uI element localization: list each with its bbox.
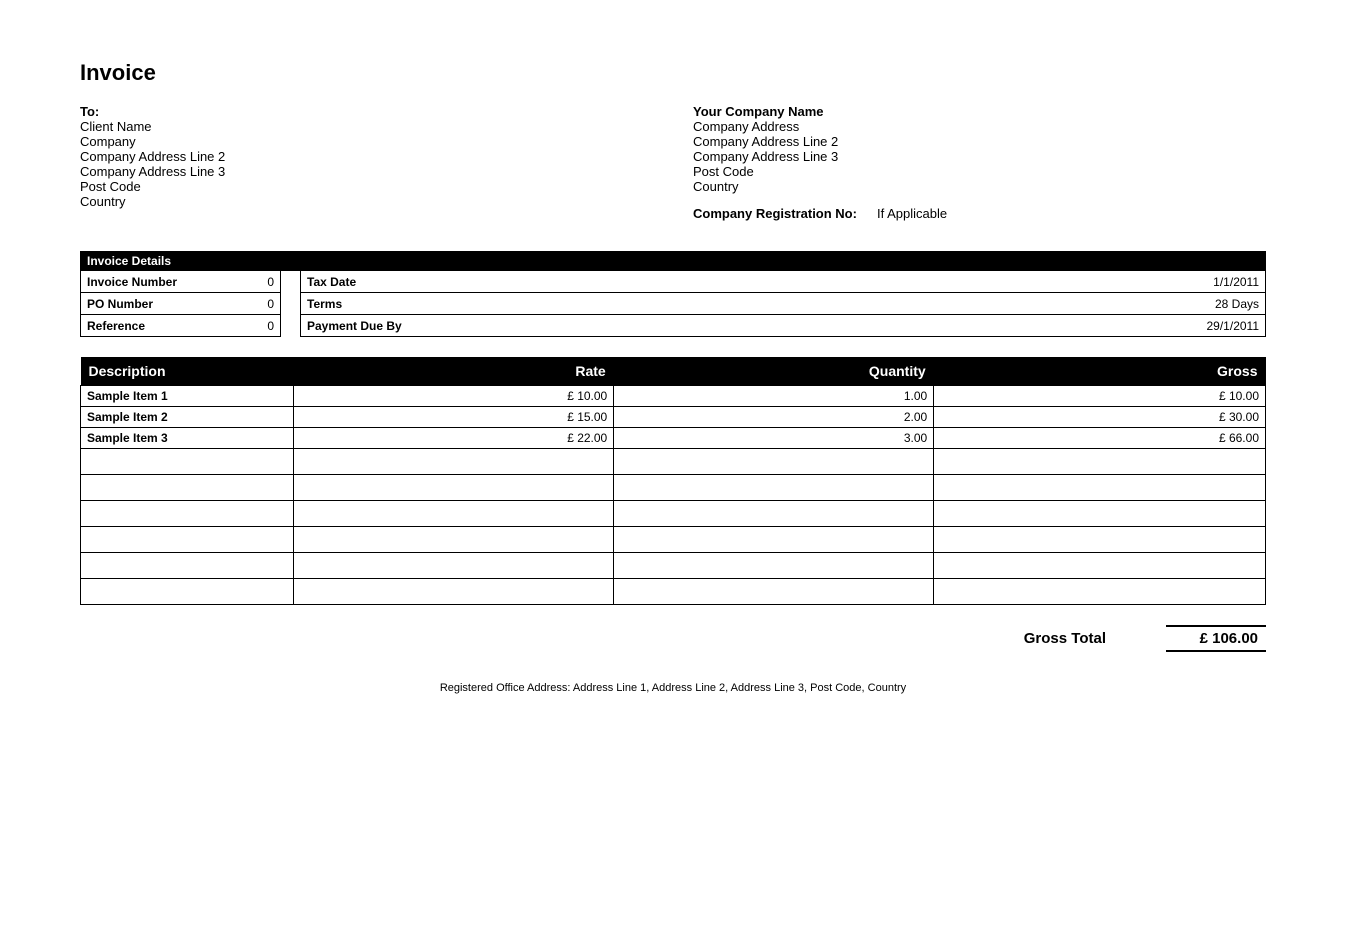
company-info-section: Your Company Name Company Address Compan… <box>653 104 1266 221</box>
company-address-line3: Company Address Line 3 <box>693 149 1266 164</box>
item-quantity <box>614 449 934 475</box>
item-rate <box>294 553 614 579</box>
item-quantity <box>614 579 934 605</box>
item-rate <box>294 449 614 475</box>
payment-due-value: 29/1/2011 <box>853 315 1265 337</box>
item-quantity <box>614 553 934 579</box>
item-quantity <box>614 475 934 501</box>
reference-label: Reference <box>81 315 201 337</box>
invoice-number-label: Invoice Number <box>81 271 201 293</box>
item-quantity: 3.00 <box>614 428 934 449</box>
company-post-code: Post Code <box>693 164 1266 179</box>
gross-total-label: Gross Total <box>1024 630 1106 647</box>
client-post-code: Post Code <box>80 179 653 194</box>
items-table: Description Rate Quantity Gross Sample I… <box>80 357 1266 605</box>
po-number-value: 0 <box>201 293 281 315</box>
item-quantity: 2.00 <box>614 407 934 428</box>
company-reg-label: Company Registration No: <box>693 206 857 221</box>
client-address-line3: Company Address Line 3 <box>80 164 653 179</box>
item-gross <box>934 501 1266 527</box>
item-description: Sample Item 1 <box>81 386 294 407</box>
gross-total-value: £ 106.00 <box>1166 625 1266 652</box>
client-country: Country <box>80 194 653 209</box>
item-gross: £ 30.00 <box>934 407 1266 428</box>
item-gross <box>934 475 1266 501</box>
item-rate: £ 22.00 <box>294 428 614 449</box>
item-description <box>81 475 294 501</box>
header-section: To: Client Name Company Company Address … <box>80 104 1266 221</box>
table-row <box>81 527 1266 553</box>
table-row: Sample Item 3£ 22.003.00£ 66.00 <box>81 428 1266 449</box>
gross-total-inner: Gross Total £ 106.00 <box>1024 625 1266 652</box>
payment-due-label: Payment Due By <box>301 315 854 337</box>
item-gross: £ 66.00 <box>934 428 1266 449</box>
item-rate <box>294 501 614 527</box>
invoice-title: Invoice <box>80 60 1266 86</box>
terms-label: Terms <box>301 293 854 315</box>
table-row <box>81 553 1266 579</box>
client-company: Company <box>80 134 653 149</box>
company-reg-value: If Applicable <box>877 206 947 221</box>
col-quantity: Quantity <box>614 357 934 386</box>
col-description: Description <box>81 357 294 386</box>
item-description <box>81 553 294 579</box>
item-rate <box>294 579 614 605</box>
invoice-details-header: Invoice Details <box>81 252 1266 271</box>
item-description <box>81 527 294 553</box>
company-address: Company Address <box>693 119 1266 134</box>
item-gross <box>934 553 1266 579</box>
company-address-line2: Company Address Line 2 <box>693 134 1266 149</box>
item-rate: £ 15.00 <box>294 407 614 428</box>
table-row <box>81 579 1266 605</box>
item-description: Sample Item 2 <box>81 407 294 428</box>
table-row: Sample Item 2£ 15.002.00£ 30.00 <box>81 407 1266 428</box>
company-reg-section: Company Registration No: If Applicable <box>693 206 1266 221</box>
table-row <box>81 501 1266 527</box>
table-row: Sample Item 1£ 10.001.00£ 10.00 <box>81 386 1266 407</box>
item-description: Sample Item 3 <box>81 428 294 449</box>
gross-total-section: Gross Total £ 106.00 <box>80 625 1266 652</box>
item-gross <box>934 527 1266 553</box>
client-address-line2: Company Address Line 2 <box>80 149 653 164</box>
col-rate: Rate <box>294 357 614 386</box>
item-quantity: 1.00 <box>614 386 934 407</box>
tax-date-label: Tax Date <box>301 271 854 293</box>
item-rate <box>294 527 614 553</box>
bill-to-section: To: Client Name Company Company Address … <box>80 104 653 221</box>
invoice-details-table: Invoice Details Invoice Number 0 Tax Dat… <box>80 251 1266 337</box>
item-rate: £ 10.00 <box>294 386 614 407</box>
company-country: Country <box>693 179 1266 194</box>
item-quantity <box>614 527 934 553</box>
item-description <box>81 579 294 605</box>
item-gross <box>934 449 1266 475</box>
table-row <box>81 449 1266 475</box>
invoice-number-value: 0 <box>201 271 281 293</box>
to-label: To: <box>80 104 653 119</box>
item-quantity <box>614 501 934 527</box>
terms-value: 28 Days <box>853 293 1265 315</box>
item-rate <box>294 475 614 501</box>
company-name: Your Company Name <box>693 104 1266 119</box>
item-description <box>81 501 294 527</box>
tax-date-value: 1/1/2011 <box>853 271 1265 293</box>
item-description <box>81 449 294 475</box>
item-gross <box>934 579 1266 605</box>
col-gross: Gross <box>934 357 1266 386</box>
table-row <box>81 475 1266 501</box>
item-gross: £ 10.00 <box>934 386 1266 407</box>
footer: Registered Office Address: Address Line … <box>80 682 1266 694</box>
client-name: Client Name <box>80 119 653 134</box>
po-number-label: PO Number <box>81 293 201 315</box>
reference-value: 0 <box>201 315 281 337</box>
